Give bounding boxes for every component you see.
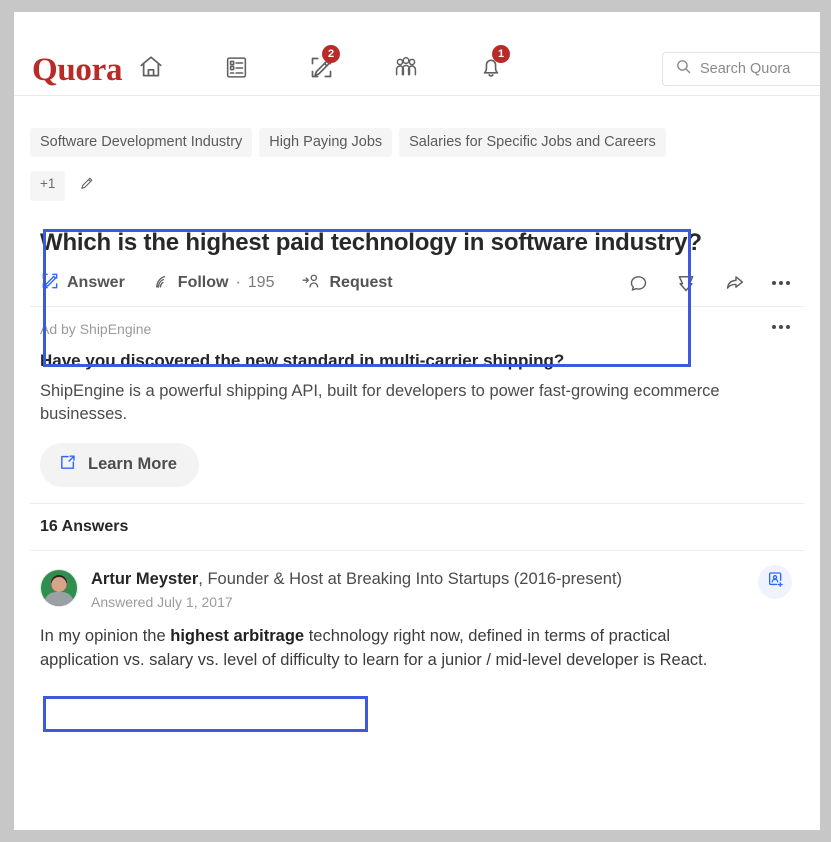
site-header: Quora 2 1 Search Quora [14, 12, 820, 96]
follow-separator: · [235, 274, 241, 292]
answer-body-bold: highest arbitrage [170, 626, 305, 645]
request-person-icon [300, 271, 322, 296]
notifications-badge: 1 [492, 45, 510, 63]
learn-more-button[interactable]: Learn More [40, 442, 199, 487]
author-credential: , Founder & Host at Breaking Into Startu… [198, 569, 623, 588]
nav-spaces-button[interactable] [387, 50, 425, 84]
share-icon[interactable] [723, 272, 746, 294]
nav-answers-button[interactable] [217, 50, 255, 84]
ad-description: ShipEngine is a powerful shipping API, b… [40, 381, 720, 424]
comment-icon[interactable] [628, 273, 649, 294]
search-input[interactable] [700, 61, 820, 77]
search-bar[interactable] [662, 52, 820, 86]
quora-logo[interactable]: Quora [32, 52, 122, 89]
add-person-icon [766, 570, 785, 594]
avatar[interactable] [40, 568, 78, 607]
author-line: Artur Meyster, Founder & Host at Breakin… [91, 569, 622, 589]
answer-body: In my opinion the highest arbitrage tech… [40, 624, 740, 673]
ad-card: Ad by ShipEngine Have you discovered the… [30, 307, 804, 504]
nav-notifications-button[interactable]: 1 [472, 45, 510, 84]
page-content: Software Development Industry High Payin… [14, 96, 820, 672]
pencil-edit-icon [78, 175, 95, 197]
nav-home-button[interactable] [132, 50, 170, 84]
topic-chip[interactable]: High Paying Jobs [259, 128, 393, 158]
ad-more-options-icon[interactable] [772, 324, 790, 329]
highlight-box-answer [43, 696, 368, 732]
request-button[interactable]: Request [300, 271, 393, 296]
follow-button-label: Follow [177, 274, 229, 292]
learn-more-label: Learn More [88, 455, 177, 474]
follow-rss-icon [151, 271, 171, 296]
pencil-answer-icon [40, 271, 60, 296]
question-action-bar: Answer Follow · 195 Request [30, 271, 804, 307]
write-answer-badge: 2 [322, 45, 340, 63]
follow-author-button[interactable] [758, 564, 792, 599]
ad-title[interactable]: Have you discovered the new standard in … [40, 351, 794, 371]
external-link-icon [58, 453, 77, 477]
question-card: Which is the highest paid technology in … [30, 215, 804, 259]
author-name[interactable]: Artur Meyster [91, 570, 198, 588]
browser-viewport: Quora 2 1 Search Quora Software Developm… [14, 12, 820, 830]
follow-count: 195 [247, 274, 275, 292]
answer-button[interactable]: Answer [40, 271, 125, 296]
answer-item: Artur Meyster, Founder & Host at Breakin… [30, 551, 804, 673]
answer-author-block: Artur Meyster, Founder & Host at Breakin… [40, 568, 794, 610]
request-button-label: Request [329, 274, 393, 292]
question-actions-right [628, 272, 794, 294]
nav-write-answer-button[interactable]: 2 [302, 45, 340, 84]
home-icon [138, 54, 164, 80]
answer-feed-icon [224, 55, 249, 80]
question-title: Which is the highest paid technology in … [40, 229, 702, 257]
topic-edit-button[interactable] [72, 171, 101, 201]
ad-sponsor-label: Ad by ShipEngine [40, 320, 152, 337]
topic-more-button[interactable]: +1 [30, 171, 66, 202]
more-options-icon[interactable] [772, 281, 790, 286]
question-actions-left: Answer Follow · 195 Request [40, 271, 393, 296]
topic-chip[interactable]: Software Development Industry [30, 128, 253, 158]
search-icon [675, 58, 692, 80]
answer-body-prefix: In my opinion the [40, 626, 171, 645]
answers-count-heading: 16 Answers [30, 504, 804, 551]
topic-chip[interactable]: Salaries for Specific Jobs and Careers [399, 128, 666, 158]
answer-button-label: Answer [67, 274, 125, 292]
main-navigation: 2 1 [132, 45, 510, 84]
topic-tag-list: Software Development Industry High Payin… [30, 96, 804, 202]
follow-button[interactable]: Follow · 195 [151, 271, 275, 296]
answered-date: Answered July 1, 2017 [91, 593, 233, 610]
downvote-icon[interactable] [675, 272, 697, 294]
spaces-icon [392, 54, 420, 80]
